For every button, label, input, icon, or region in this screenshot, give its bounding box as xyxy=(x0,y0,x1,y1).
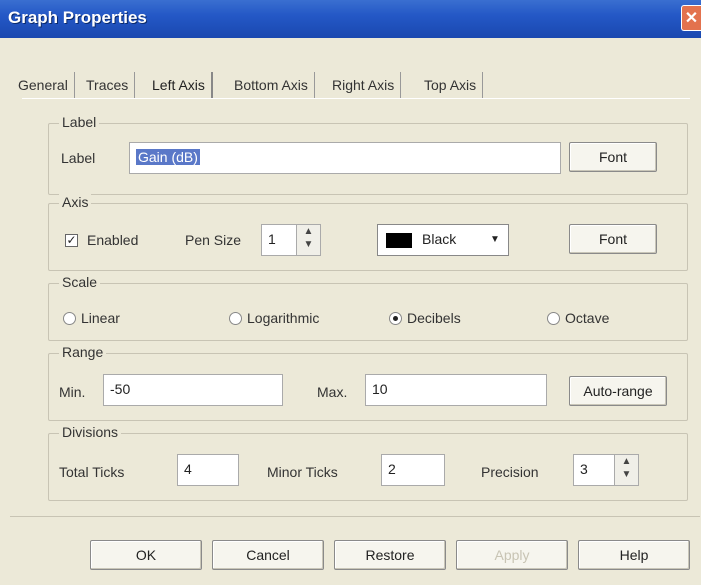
tab-page-left-axis: Label Label Gain (dB) Font Axis ✓ Enable… xyxy=(22,98,690,518)
range-group-title: Range xyxy=(59,344,107,360)
close-icon[interactable]: ✕ xyxy=(681,5,701,31)
tab-right-axis[interactable]: Right Axis xyxy=(326,72,402,98)
axis-group-title: Axis xyxy=(59,194,92,210)
window-title: Graph Properties xyxy=(8,8,147,27)
title-bar: Graph Properties ✕ xyxy=(0,0,701,38)
precision-label: Precision xyxy=(481,464,539,480)
range-max-input[interactable]: 10 xyxy=(365,374,547,406)
total-ticks-label: Total Ticks xyxy=(59,464,125,480)
total-ticks-input[interactable]: 4 xyxy=(177,454,239,486)
chevron-down-icon[interactable]: ▼ xyxy=(486,230,504,250)
spin-down-icon[interactable]: ▼ xyxy=(615,468,638,481)
tab-traces[interactable]: Traces xyxy=(80,72,136,98)
label-input[interactable]: Gain (dB) xyxy=(129,142,561,174)
range-group: Range Min. -50 Max. 10 Auto-range xyxy=(48,344,688,421)
footer-divider xyxy=(10,516,700,517)
pen-size-label: Pen Size xyxy=(185,232,242,248)
scale-group-title: Scale xyxy=(59,274,101,290)
axis-color-select[interactable]: Black ▼ xyxy=(377,224,509,256)
label-font-button[interactable]: Font xyxy=(569,142,657,172)
tab-bottom-axis[interactable]: Bottom Axis xyxy=(228,72,315,98)
spin-up-icon[interactable]: ▲ xyxy=(297,225,320,238)
precision-stepper[interactable]: 3 ▲ ▼ xyxy=(573,454,639,486)
scale-option-linear: Linear xyxy=(81,310,120,326)
range-min-input[interactable]: -50 xyxy=(103,374,283,406)
label-input-value: Gain (dB) xyxy=(136,149,200,165)
pen-size-stepper[interactable]: 1 ▲ ▼ xyxy=(261,224,321,256)
label-group: Label Label Gain (dB) Font xyxy=(48,114,688,195)
scale-option-decibels: Decibels xyxy=(407,310,461,326)
min-label: Min. xyxy=(59,384,86,400)
axis-color-value: Black xyxy=(422,231,457,247)
pen-size-value: 1 xyxy=(268,231,276,247)
label-field-label: Label xyxy=(61,150,96,166)
scale-group: Scale Linear Logarithmic Decibels Octave xyxy=(48,274,688,341)
enabled-label: Enabled xyxy=(87,232,139,248)
scale-option-octave: Octave xyxy=(565,310,610,326)
precision-spin[interactable]: ▲ ▼ xyxy=(614,455,638,485)
restore-button[interactable]: Restore xyxy=(334,540,446,570)
scale-radio-logarithmic[interactable] xyxy=(229,312,242,325)
spin-down-icon[interactable]: ▼ xyxy=(297,238,320,251)
dialog-body: General Traces Left Axis Bottom Axis Rig… xyxy=(0,38,701,585)
help-button[interactable]: Help xyxy=(578,540,690,570)
tab-left-axis[interactable]: Left Axis xyxy=(146,72,213,98)
enabled-checkbox[interactable]: ✓ xyxy=(65,234,78,247)
max-label: Max. xyxy=(317,384,348,400)
minor-ticks-label: Minor Ticks xyxy=(267,464,338,480)
precision-value: 3 xyxy=(580,461,588,477)
spin-up-icon[interactable]: ▲ xyxy=(615,455,638,468)
color-swatch xyxy=(386,233,412,248)
divisions-group-title: Divisions xyxy=(59,424,122,440)
label-group-title: Label xyxy=(59,114,100,130)
scale-radio-octave[interactable] xyxy=(547,312,560,325)
autorange-button[interactable]: Auto-range xyxy=(569,376,667,406)
cancel-button[interactable]: Cancel xyxy=(212,540,324,570)
tab-general[interactable]: General xyxy=(12,72,75,98)
divisions-group: Divisions Total Ticks 4 Minor Ticks 2 Pr… xyxy=(48,424,688,501)
scale-radio-linear[interactable] xyxy=(63,312,76,325)
ok-button[interactable]: OK xyxy=(90,540,202,570)
minor-ticks-input[interactable]: 2 xyxy=(381,454,445,486)
axis-font-button[interactable]: Font xyxy=(569,224,657,254)
axis-group: Axis ✓ Enabled Pen Size 1 ▲ ▼ Black ▼ Fo… xyxy=(48,194,688,271)
pen-size-spin[interactable]: ▲ ▼ xyxy=(296,225,320,255)
apply-button[interactable]: Apply xyxy=(456,540,568,570)
scale-radio-decibels[interactable] xyxy=(389,312,402,325)
tab-top-axis[interactable]: Top Axis xyxy=(418,72,484,98)
scale-option-logarithmic: Logarithmic xyxy=(247,310,320,326)
